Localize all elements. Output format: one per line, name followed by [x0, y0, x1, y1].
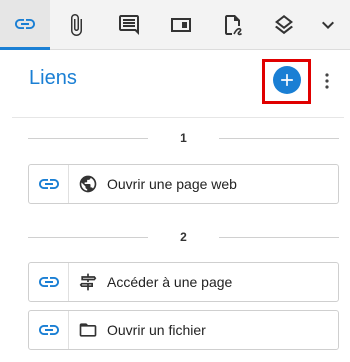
signpost-icon: [69, 272, 107, 292]
link-item-go-to-page[interactable]: Accéder à une page: [28, 262, 339, 302]
more-vertical-icon: [325, 73, 329, 89]
link-icon: [38, 325, 59, 335]
group-line: [219, 237, 339, 238]
link-item-label: Ouvrir un fichier: [107, 322, 206, 338]
tab-layers[interactable]: [259, 0, 309, 50]
link-icon: [15, 18, 35, 29]
link-item-label: Accéder à une page: [107, 274, 233, 290]
comment-icon: [119, 15, 139, 35]
tab-attachments[interactable]: [51, 0, 101, 50]
link-cell: [29, 165, 69, 203]
paperclip-icon: [71, 14, 82, 36]
toolbar: [0, 0, 350, 50]
folder-open-icon: [69, 320, 107, 340]
group-line: [219, 138, 339, 139]
toolbar-more-dropdown[interactable]: [306, 0, 350, 50]
tab-form-fields[interactable]: [156, 0, 206, 50]
link-icon: [38, 277, 59, 287]
add-link-highlight: [262, 59, 311, 104]
document-signature-icon: [225, 15, 243, 36]
tab-comments[interactable]: [104, 0, 154, 50]
group-header-1: 1: [28, 131, 339, 145]
link-item-label: Ouvrir une page web: [107, 176, 237, 192]
plus-icon: [281, 74, 293, 86]
tab-links[interactable]: [0, 0, 50, 50]
link-item-open-web-page[interactable]: Ouvrir une page web: [28, 164, 339, 204]
link-icon: [38, 179, 59, 189]
more-options-button[interactable]: [320, 69, 334, 93]
layers-icon: [275, 15, 293, 35]
group-header-2: 2: [28, 230, 339, 244]
link-item-open-file[interactable]: Ouvrir un fichier: [28, 310, 339, 350]
panel-title: Liens: [29, 67, 77, 89]
globe-icon: [69, 174, 107, 194]
link-cell: [29, 311, 69, 349]
link-cell: [29, 263, 69, 301]
form-field-icon: [171, 18, 191, 32]
links-panel: Liens 1 Ouvrir une page web 2 Accéder à …: [0, 51, 350, 362]
chevron-down-icon: [322, 21, 334, 29]
header-divider: [12, 117, 344, 118]
add-link-button[interactable]: [273, 66, 301, 94]
tab-signature[interactable]: [208, 0, 258, 50]
